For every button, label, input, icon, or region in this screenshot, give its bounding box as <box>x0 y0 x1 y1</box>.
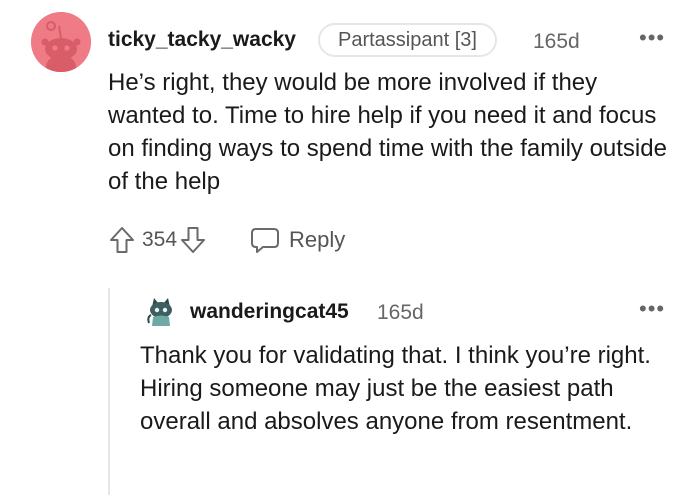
vote-score: 354 <box>142 228 178 251</box>
reply-label: Reply <box>289 227 346 252</box>
reply-button[interactable]: Reply <box>249 225 345 255</box>
comment-author[interactable]: ticky_tacky_wacky <box>108 28 296 52</box>
upvote-button[interactable] <box>108 225 136 255</box>
reply-timestamp[interactable]: 165d <box>377 301 424 325</box>
thread-line[interactable] <box>108 288 110 495</box>
comment-timestamp[interactable]: 165d <box>533 30 580 54</box>
reply-body: Thank you for validating that. I think y… <box>140 342 651 435</box>
reply-author[interactable]: wanderingcat45 <box>190 300 349 324</box>
speech-bubble-icon <box>251 228 280 253</box>
cat-avatar-icon <box>147 298 172 326</box>
downvote-button[interactable] <box>179 225 207 255</box>
reply-avatar[interactable] <box>144 295 178 329</box>
reply-more-options-button[interactable]: ••• <box>639 296 665 322</box>
downvote-arrow-icon <box>181 227 206 253</box>
comment-body: He’s right, they would be more involved … <box>108 69 667 195</box>
comment-actions: 354 Reply <box>108 222 345 258</box>
user-flair: Partassipant [3] <box>318 23 497 57</box>
more-options-button[interactable]: ••• <box>639 25 665 51</box>
snoo-avatar-icon <box>31 12 91 72</box>
avatar[interactable] <box>31 12 91 72</box>
upvote-arrow-icon <box>110 227 134 253</box>
